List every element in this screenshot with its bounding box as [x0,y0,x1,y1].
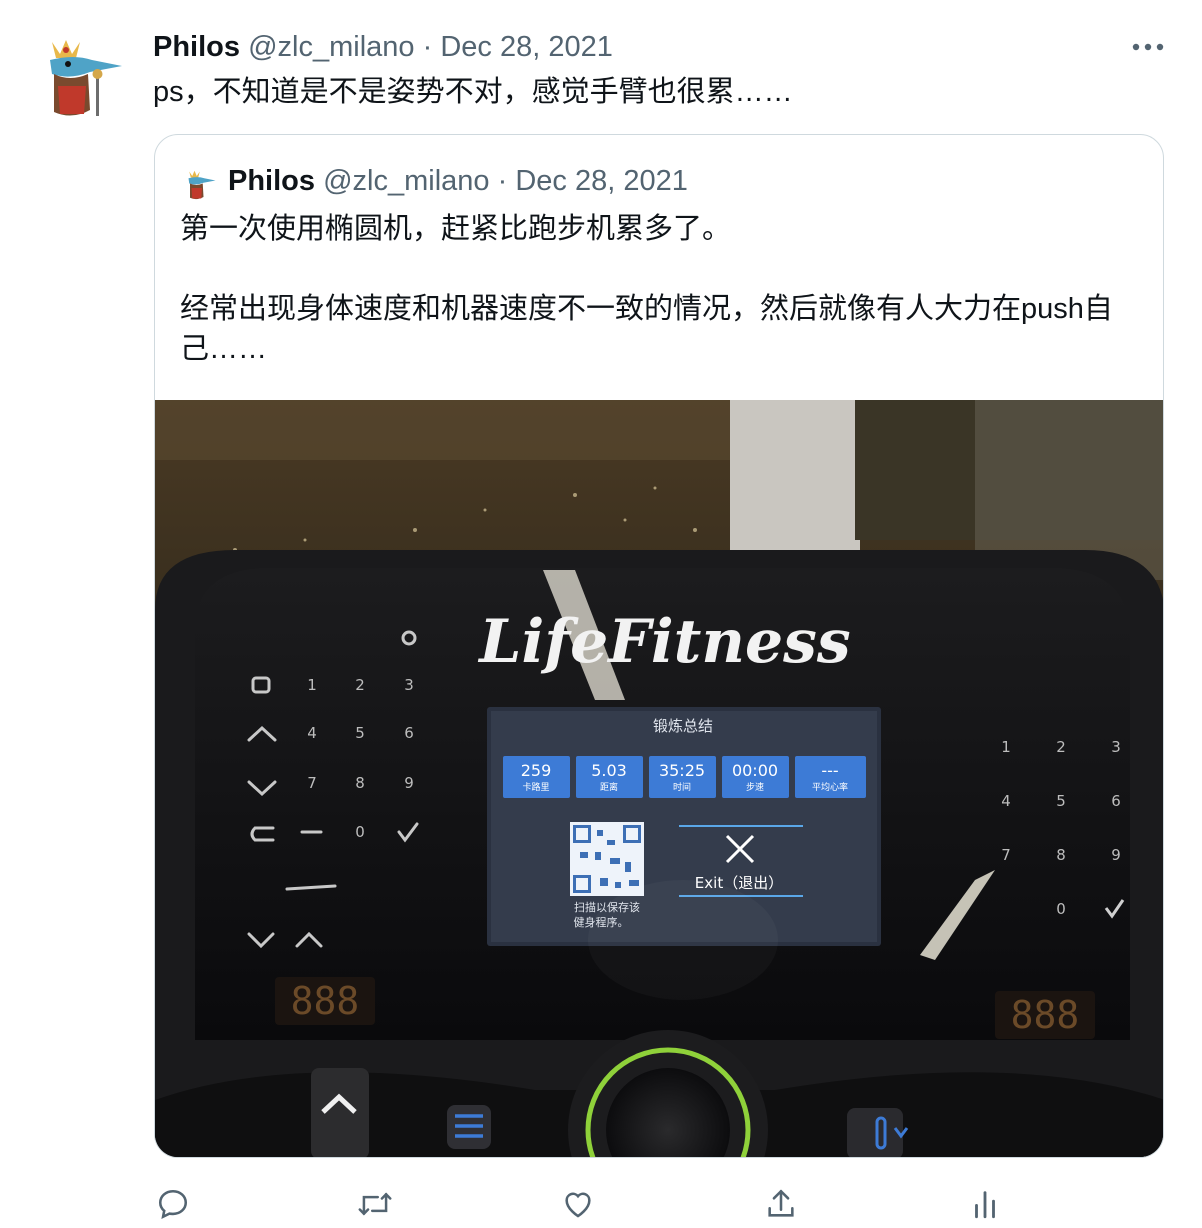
tweet-actions [0,1180,1202,1228]
quoted-author-handle: @zlc_milano [323,165,490,197]
quoted-author-avatar [181,167,217,203]
stat-value-4: 00:00 [732,761,778,780]
stat-label-1: 卡路里 [522,781,549,793]
key-2: 2 [355,676,365,694]
quoted-tweet-date: Dec 28, 2021 [515,165,688,197]
key-3: 3 [404,676,414,694]
tweet-photo[interactable]: LifeFitness 1 2 3 4 5 6 7 8 9 0 1 2 3 4 … [155,400,1163,1157]
left-seg-display: 888 [291,979,360,1023]
stat-value-1: 259 [521,761,552,780]
key-7: 7 [307,774,317,792]
share-icon[interactable] [761,1184,801,1224]
quoted-tweet[interactable]: Philos @zlc_milano · Dec 28, 2021 第一次使用椭… [154,134,1164,1158]
tweet-header: Philos @zlc_milano · Dec 28, 2021 [153,28,613,66]
retweet-icon[interactable] [355,1184,395,1224]
like-icon[interactable] [558,1184,598,1224]
stat-label-4: 步速 [746,782,764,793]
rkey-3: 3 [1111,738,1121,756]
right-seg-display: 888 [1011,993,1080,1037]
quoted-separator-dot: · [497,165,508,197]
more-options-icon[interactable] [1128,30,1168,64]
tweet[interactable]: Philos @zlc_milano · Dec 28, 2021 ps，不知道… [0,0,1202,1228]
key-8: 8 [355,774,365,792]
quoted-author-name: Philos [228,165,316,197]
stat-label-3: 时间 [673,781,691,793]
tweet-text: ps，不知道是不是姿势不对，感觉手臂也很累…… [153,76,793,108]
rkey-5: 5 [1056,792,1066,810]
rkey-7: 7 [1001,846,1011,864]
quoted-paragraph-1: 第一次使用椭圆机，赶紧比跑步机累多了。 [180,213,732,245]
console-photo: LifeFitness 1 2 3 4 5 6 7 8 9 0 1 2 3 4 … [155,400,1163,1157]
separator-dot: · [422,31,433,63]
key-4: 4 [307,724,317,742]
rkey-6: 6 [1111,792,1121,810]
author-avatar[interactable] [30,30,126,126]
qr-code [570,822,644,896]
brand-logo: LifeFitness [477,607,850,677]
stats-row: 259 卡路里 5.03 距离 35:25 时间 00:00 步速 --- 平均… [503,756,866,798]
stat-label-5: 平均心率 [812,781,848,793]
key-6: 6 [404,724,414,742]
quoted-paragraph-2: 经常出现身体速度和机器速度不一致的情况，然后就像有人大力在push自己…… [180,293,1113,365]
rkey-4: 4 [1001,792,1011,810]
rkey-8: 8 [1056,846,1066,864]
rkey-0: 0 [1056,900,1066,918]
quoted-tweet-text: 第一次使用椭圆机，赶紧比跑步机累多了。 经常出现身体速度和机器速度不一致的情况，… [180,209,1140,369]
rkey-1: 1 [1001,738,1011,756]
stat-value-2: 5.03 [591,761,627,780]
author-handle[interactable]: @zlc_milano [248,31,414,63]
stat-label-2: 距离 [600,781,618,793]
screen-title: 锻炼总结 [653,717,713,735]
key-1: 1 [307,676,317,694]
stat-value-5: --- [821,761,838,780]
quoted-tweet-header: Philos @zlc_milano · Dec 28, 2021 [228,162,688,200]
key-9: 9 [404,774,414,792]
key-0: 0 [355,823,365,841]
reply-icon[interactable] [153,1184,193,1224]
key-5: 5 [355,724,365,742]
stat-value-3: 35:25 [659,761,705,780]
rkey-9: 9 [1111,846,1121,864]
author-name[interactable]: Philos [153,31,240,63]
tweet-date[interactable]: Dec 28, 2021 [440,31,613,63]
rkey-2: 2 [1056,738,1066,756]
analytics-icon[interactable] [965,1184,1005,1224]
